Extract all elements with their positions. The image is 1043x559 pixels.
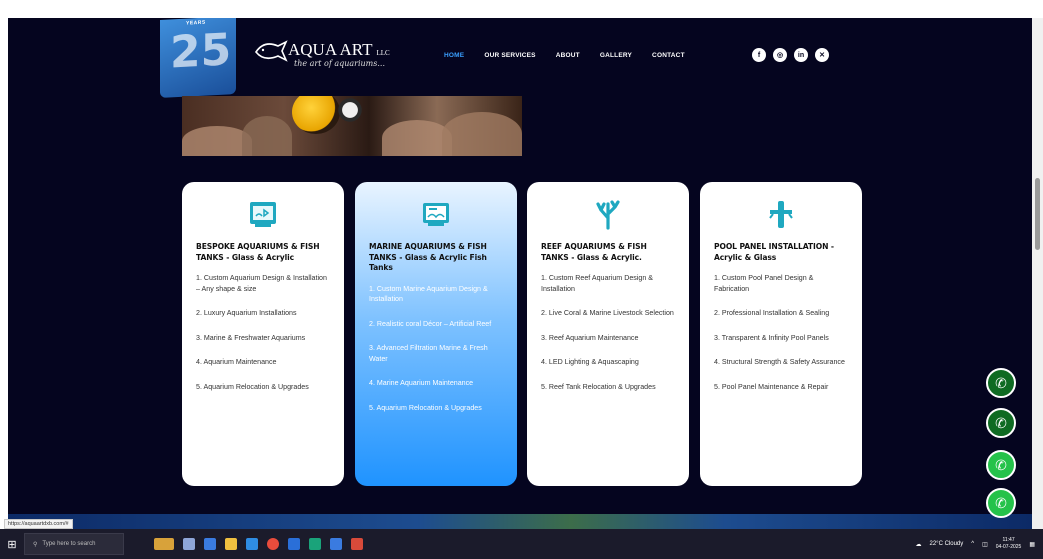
card-item: 2. Realistic coral Décor – Artificial Re… — [369, 319, 492, 328]
card-item: 3. Advanced Filtration Marine & Fresh Wa… — [369, 344, 488, 363]
app-icon[interactable] — [288, 538, 300, 550]
scrollbar-thumb[interactable] — [1035, 178, 1040, 250]
search-icon: ⚲ — [33, 541, 38, 548]
search-placeholder: Type here to search — [42, 541, 96, 547]
store-icon[interactable] — [246, 538, 258, 550]
chrome-icon[interactable] — [267, 538, 279, 550]
notification-icon[interactable]: ▦ — [1029, 541, 1035, 548]
taskbar-apps — [154, 538, 363, 550]
card-item: 1. Custom Pool Panel Design & Fabricatio… — [714, 274, 814, 293]
cloud-icon: ☁ — [915, 541, 922, 548]
windows-start-icon[interactable]: ⊞ — [0, 538, 24, 551]
nav-home[interactable]: HOME — [444, 52, 464, 59]
nav-gallery[interactable]: GALLERY — [600, 52, 632, 59]
pool-panel-icon — [765, 198, 797, 230]
anniversary-badge: YEARS 25 — [160, 18, 236, 98]
app-icon-4[interactable] — [351, 538, 363, 550]
nav-our-services[interactable]: OUR SERVICES — [484, 52, 535, 59]
card-item: 1. Custom Marine Aquarium Design & Insta… — [369, 284, 488, 304]
card-item: 5. Pool Panel Maintenance & Repair — [714, 382, 829, 391]
service-card-pool-panel[interactable]: POOL PANEL INSTALLATION - Acrylic & Glas… — [700, 182, 862, 486]
logo-tagline: the art of aquariums... — [294, 59, 385, 68]
logo-suffix: LLC — [376, 49, 390, 57]
instagram-icon[interactable]: ◎ — [773, 48, 787, 62]
card-item: 2. Luxury Aquarium Installations — [196, 309, 297, 317]
chevron-up-icon[interactable]: ^ — [971, 541, 974, 547]
card-item: 3. Transparent & Infinity Pool Panels — [714, 333, 829, 342]
app-icon-3[interactable] — [330, 538, 342, 550]
card-title: MARINE AQUARIUMS & FISH TANKS - Glass & … — [369, 242, 487, 272]
hero-fish-image — [182, 96, 522, 156]
footer-image-strip — [8, 514, 1032, 529]
card-title: BESPOKE AQUARIUMS & FISH TANKS - Glass &… — [196, 242, 320, 262]
website-viewport: YEARS 25 AQUA ART LLC the art of aquarium… — [8, 18, 1032, 529]
task-view-icon[interactable] — [183, 538, 195, 550]
clock-time: 11:47 — [1002, 537, 1015, 543]
app-icon-2[interactable] — [309, 538, 321, 550]
whatsapp-button[interactable]: ✆ — [986, 450, 1016, 480]
clock-date: 04-07-2025 — [995, 544, 1022, 550]
site-logo[interactable]: AQUA ART LLC the art of aquariums... — [254, 32, 414, 80]
weather-text[interactable]: 22°C Cloudy — [930, 541, 964, 547]
card-item: 4. Structural Strength & Safety Assuranc… — [714, 358, 845, 366]
network-icon[interactable]: ◫ — [982, 541, 988, 548]
card-item: 4. LED Lighting & Aquascaping — [541, 358, 639, 366]
card-item: 5. Aquarium Relocation & Upgrades — [196, 382, 309, 391]
whatsapp-button-2[interactable]: ✆ — [986, 488, 1016, 518]
service-card-reef[interactable]: REEF AQUARIUMS & FISH TANKS - Glass & Ac… — [527, 182, 689, 486]
system-tray: ☁ 22°C Cloudy ^ ◫ 11:47 04-07-2025 ▦ — [916, 529, 1036, 559]
widget-icon[interactable] — [154, 538, 174, 550]
card-item: 5. Aquarium Relocation & Upgrades — [369, 403, 482, 412]
card-item: 1. Custom Aquarium Design & Installation… — [196, 274, 327, 293]
marine-tank-icon — [420, 198, 452, 230]
clock[interactable]: 11:47 04-07-2025 — [996, 537, 1022, 551]
linkedin-icon[interactable]: in — [794, 48, 808, 62]
main-nav: HOME OUR SERVICES ABOUT GALLERY CONTACT — [444, 52, 685, 59]
badge-number: 25 — [170, 24, 232, 79]
edge-icon[interactable] — [204, 538, 216, 550]
service-card-bespoke[interactable]: BESPOKE AQUARIUMS & FISH TANKS - Glass &… — [182, 182, 344, 486]
x-icon[interactable]: ✕ — [815, 48, 829, 62]
page-scrollbar[interactable] — [1032, 18, 1043, 529]
screen: YEARS 25 AQUA ART LLC the art of aquarium… — [0, 0, 1043, 559]
card-item: 5. Reef Tank Relocation & Upgrades — [541, 382, 656, 391]
phone-call-button[interactable]: ✆ — [986, 368, 1016, 398]
card-title: REEF AQUARIUMS & FISH TANKS - Glass & Ac… — [541, 242, 647, 262]
coral-icon — [592, 198, 624, 230]
card-item: 3. Marine & Freshwater Aquariums — [196, 333, 306, 342]
facebook-icon[interactable]: f — [752, 48, 766, 62]
social-links: f ◎ in ✕ — [752, 48, 829, 62]
card-item: 3. Reef Aquarium Maintenance — [541, 333, 639, 342]
card-title: POOL PANEL INSTALLATION - Acrylic & Glas… — [714, 242, 834, 262]
file-explorer-icon[interactable] — [225, 538, 237, 550]
logo-name: AQUA ART LLC — [288, 40, 390, 59]
card-item: 2. Live Coral & Marine Livestock Selecti… — [541, 309, 674, 317]
nav-about[interactable]: ABOUT — [556, 52, 580, 59]
status-url: https://aquaartdxb.com/# — [4, 519, 73, 529]
card-item: 2. Professional Installation & Sealing — [714, 309, 830, 317]
card-item: 4. Marine Aquarium Maintenance — [369, 379, 474, 387]
fish-logo-icon — [255, 40, 288, 62]
windows-taskbar: ⊞ ⚲ Type here to search ☁ 22°C Cloudy ^ … — [0, 529, 1043, 559]
aquarium-icon — [247, 198, 279, 230]
card-item: 1. Custom Reef Aquarium Design & Install… — [541, 274, 653, 293]
phone-call-button-2[interactable]: ✆ — [986, 408, 1016, 438]
service-card-marine[interactable]: MARINE AQUARIUMS & FISH TANKS - Glass & … — [355, 182, 517, 486]
card-item: 4. Aquarium Maintenance — [196, 358, 277, 366]
nav-contact[interactable]: CONTACT — [652, 52, 685, 59]
taskbar-search[interactable]: ⚲ Type here to search — [24, 533, 124, 555]
